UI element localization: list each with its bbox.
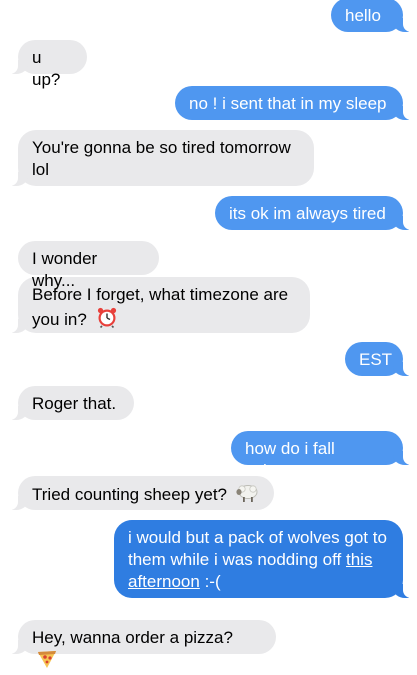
message-bubble-outgoing[interactable]: its ok im always tired [215,196,413,230]
message-bubble-incoming[interactable]: u up? [8,40,87,89]
message-bubble-incoming[interactable]: I wonder why... [18,241,159,290]
message-bubble-outgoing[interactable]: how do i fall asleep [231,431,413,480]
message-text: how do i fall asleep [245,439,335,480]
message-text: its ok im always tired [229,204,386,223]
message-text-after-link: :-( [199,572,221,591]
message-bubble-outgoing[interactable]: hello [331,0,413,32]
message-text: Before I forget, what timezone are you i… [32,285,289,329]
pizza-slice-icon [36,649,58,675]
message-text: Tried counting sheep yet? [32,485,227,504]
message-bubble-incoming[interactable]: Tried counting sheep yet? [8,476,274,510]
message-text: hello [345,6,381,25]
message-bubble-outgoing-selected[interactable]: i would but a pack of wolves got to them… [114,520,413,598]
message-bubble-incoming[interactable]: You're gonna be so tired tomorrow lol [8,130,314,186]
sheep-icon [236,483,260,509]
message-bubble-outgoing[interactable]: no ! i sent that in my sleep [175,86,413,120]
message-bubble-incoming[interactable]: Hey, wanna order a pizza? [8,620,276,668]
message-thread: hello u up? no ! i sent that in my sleep… [0,0,417,668]
message-text: You're gonna be so tired tomorrow lol [32,138,291,179]
message-text: Roger that. [32,394,117,413]
message-bubble-incoming[interactable]: Before I forget, what timezone are you i… [8,277,310,334]
alarm-clock-icon [96,306,118,334]
message-text: EST [359,350,393,369]
message-text: no ! i sent that in my sleep [189,94,387,113]
message-bubble-outgoing[interactable]: EST [345,342,413,376]
message-text: u up? [32,48,61,89]
message-text: Hey, wanna order a pizza? [32,628,233,647]
message-bubble-incoming[interactable]: Roger that. [8,386,134,420]
